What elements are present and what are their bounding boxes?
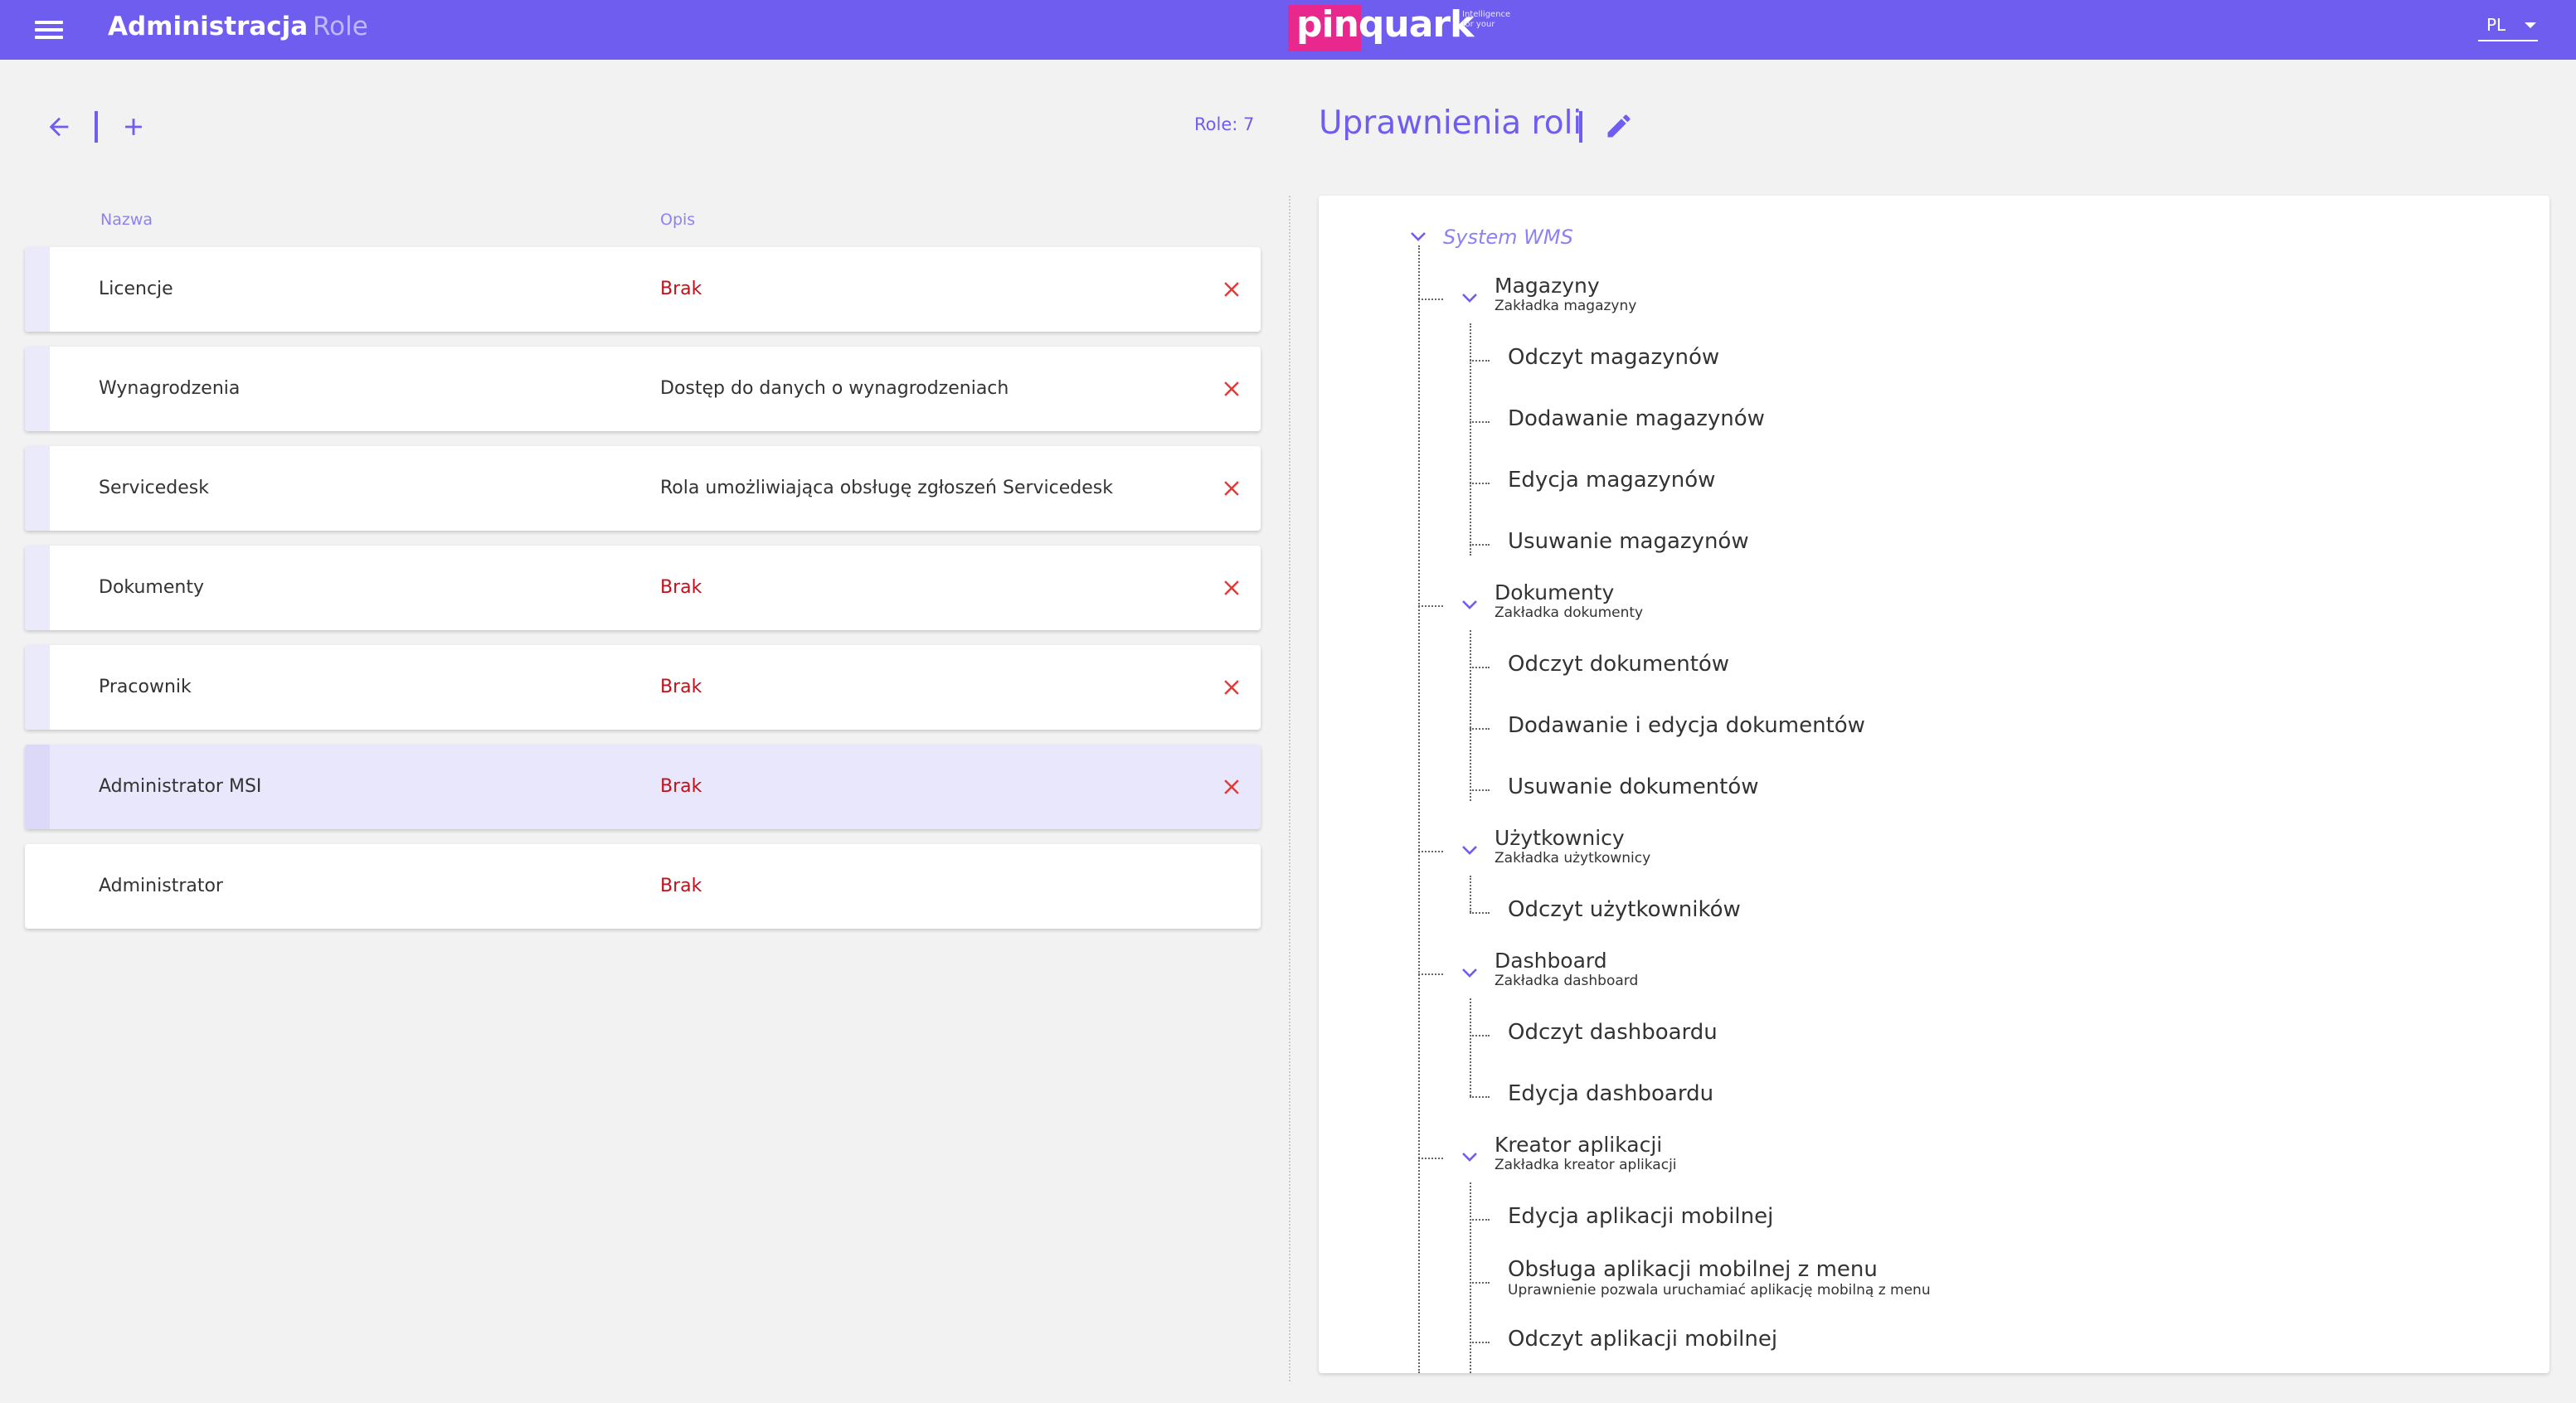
tree-leaf[interactable]: Obsługa aplikacji mobilnej z menu (1508, 1257, 1878, 1282)
tree-group-label[interactable]: Dokumenty (1495, 580, 1614, 604)
tree-leaf[interactable]: Odczyt aplikacji mobilnej (1508, 1327, 1777, 1352)
plus-icon (125, 119, 142, 135)
role-name: Administrator MSI (99, 776, 262, 797)
tree-leaf[interactable]: Edycja dashboardu (1508, 1081, 1713, 1106)
logo-text: pinquark (1296, 3, 1474, 46)
arrow-left-icon (49, 117, 69, 137)
tree-leaf[interactable]: Edycja magazynów (1508, 468, 1715, 493)
role-row[interactable]: Licencje Brak (25, 247, 1261, 332)
tree-root: System WMS (1443, 226, 1573, 249)
tree-group-sublabel: Zakładka dashboard (1495, 973, 1639, 989)
panel-splitter[interactable] (1289, 196, 1290, 1381)
tree-leaf[interactable]: Usuwanie magazynów (1508, 529, 1749, 554)
language-value: PL (2486, 15, 2506, 35)
column-header-description: Opis (660, 211, 696, 229)
toolbar-divider (95, 111, 98, 143)
role-name: Wynagrodzenia (99, 378, 241, 399)
close-icon[interactable] (1219, 675, 1244, 700)
role-row[interactable]: Dokumenty Brak (25, 546, 1261, 630)
pencil-icon (1607, 114, 1631, 138)
tree-group-label[interactable]: Kreator aplikacji (1495, 1133, 1662, 1157)
tree-leaf[interactable]: Dodawanie i edycja dokumentów (1508, 713, 1865, 738)
title-divider (1579, 111, 1582, 143)
tree-leaf[interactable]: Odczyt użytkowników (1508, 897, 1741, 922)
chevron-down-icon[interactable] (1410, 231, 1427, 242)
back-button[interactable] (45, 113, 73, 141)
role-count: Role: 7 (1194, 114, 1255, 134)
role-description: Brak (660, 577, 702, 598)
breadcrumb: Role (313, 12, 368, 41)
role-name: Administrator (99, 876, 223, 896)
chevron-down-icon[interactable] (1461, 844, 1478, 856)
role-description: Brak (660, 279, 702, 299)
role-name: Licencje (99, 279, 173, 299)
role-description: Brak (660, 776, 702, 797)
close-icon[interactable] (1219, 277, 1244, 302)
role-description: Dostęp do danych o wynagrodzeniach (660, 378, 1009, 399)
role-name: Dokumenty (99, 577, 204, 598)
tree-group-label[interactable]: Magazyny (1495, 274, 1600, 298)
role-row[interactable]: Wynagrodzenia Dostęp do danych o wynagro… (25, 347, 1261, 431)
chevron-down-icon[interactable] (1461, 599, 1478, 610)
chevron-down-icon[interactable] (1461, 1151, 1478, 1163)
role-row[interactable]: Servicedesk Rola umożliwiająca obsługę z… (25, 446, 1261, 531)
role-name: Servicedesk (99, 478, 210, 498)
tree-group-sublabel: Zakładka dokumenty (1495, 604, 1644, 621)
role-row[interactable]: Administrator Brak (25, 844, 1261, 929)
tree-group-sublabel: Zakładka użytkownicy (1495, 850, 1651, 867)
chevron-down-icon[interactable] (1461, 967, 1478, 978)
edit-permissions-button[interactable] (1604, 111, 1634, 141)
tree-group-sublabel: Zakładka magazyny (1495, 298, 1637, 314)
close-icon[interactable] (1219, 376, 1244, 401)
tree-leaf[interactable]: Edycja aplikacji mobilnej (1508, 1204, 1773, 1229)
tree-group-label[interactable]: Dashboard (1495, 949, 1607, 973)
role-description: Brak (660, 677, 702, 697)
column-header-name: Nazwa (100, 211, 153, 229)
tree-leaf[interactable]: Odczyt dashboardu (1508, 1020, 1718, 1045)
role-description: Brak (660, 876, 702, 896)
app-title: Administracja (108, 12, 309, 41)
chevron-down-icon[interactable] (1461, 292, 1478, 303)
tree-leaf[interactable]: Odczyt magazynów (1508, 345, 1719, 370)
logo-tagline: Intelligence for your (1462, 10, 1511, 29)
permissions-title: Uprawnienia roli (1319, 104, 1582, 142)
top-app-bar: Administracja Role pinquark Intelligence… (0, 0, 2576, 60)
tree-group-label[interactable]: Użytkownicy (1495, 826, 1625, 850)
role-description: Rola umożliwiająca obsługę zgłoszeń Serv… (660, 478, 1113, 498)
permissions-tree: System WMS Magazyny Zakładka magazyny Od… (1319, 196, 2549, 1373)
tree-leaf[interactable]: Dodawanie magazynów (1508, 406, 1765, 431)
close-icon[interactable] (1219, 774, 1244, 799)
role-row-selected[interactable]: Administrator MSI Brak (25, 745, 1261, 829)
role-row[interactable]: Pracownik Brak (25, 645, 1261, 730)
tree-leaf[interactable]: Odczyt dokumentów (1508, 652, 1729, 677)
close-icon[interactable] (1219, 476, 1244, 501)
tree-group-sublabel: Zakładka kreator aplikacji (1495, 1157, 1677, 1173)
menu-icon[interactable] (35, 18, 63, 41)
language-select[interactable]: PL (2478, 12, 2538, 41)
role-name: Pracownik (99, 677, 192, 697)
tree-leaf-sublabel: Uprawnienie pozwala uruchamiać aplikację… (1508, 1282, 1931, 1299)
caret-down-icon (2525, 22, 2536, 28)
close-icon[interactable] (1219, 575, 1244, 600)
tree-leaf[interactable]: Usuwanie dokumentów (1508, 774, 1759, 799)
add-role-button[interactable] (119, 113, 148, 141)
